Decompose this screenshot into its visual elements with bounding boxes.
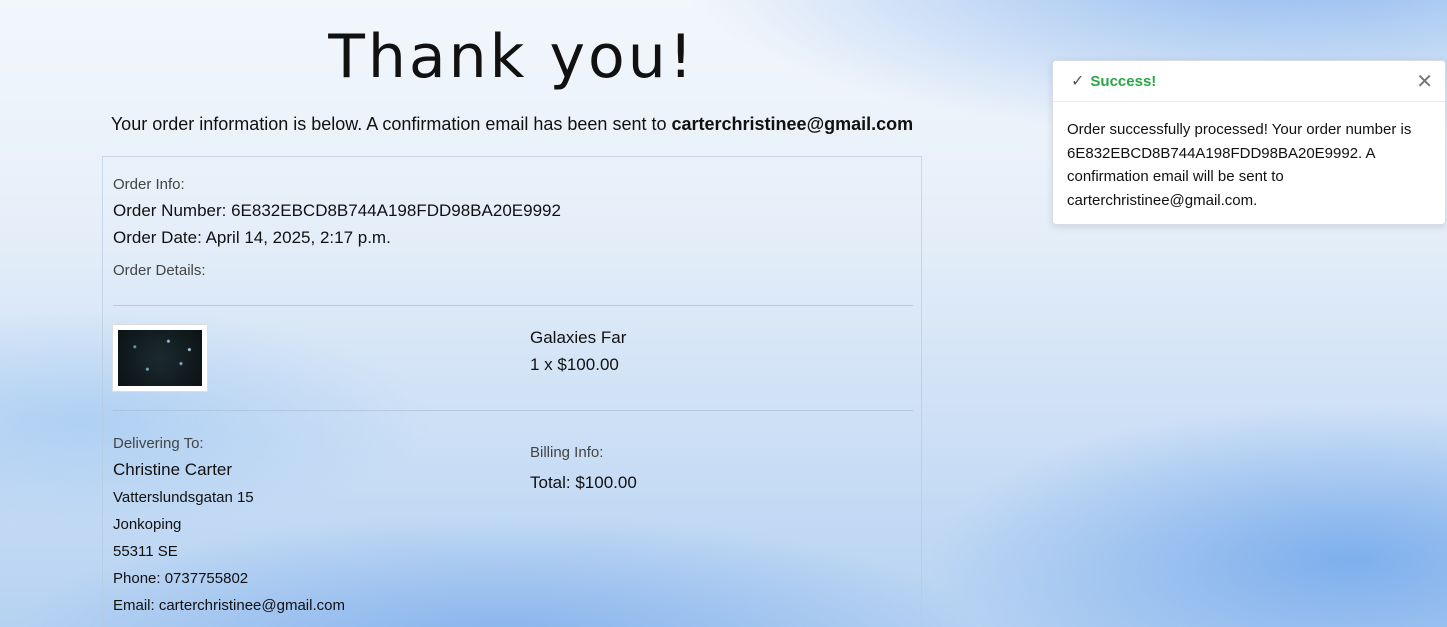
- toast-message: Order successfully processed! Your order…: [1067, 121, 1412, 209]
- delivery-name: Christine Carter: [113, 460, 233, 479]
- order-date: Order Date: April 14, 2025, 2:17 p.m.: [113, 228, 391, 247]
- delivery-phone: Phone: 0737755802: [113, 570, 249, 587]
- toast-title: Success!: [1090, 72, 1157, 90]
- subtitle-text: Your order information is below. A confi…: [110, 114, 667, 134]
- divider: [113, 410, 913, 411]
- billing-total: Total: $100.00: [530, 473, 637, 492]
- product-name: Galaxies Far: [530, 328, 627, 347]
- confirmation-subtitle: Your order information is below. A confi…: [0, 114, 1024, 135]
- order-details-label: Order Details:: [113, 262, 206, 279]
- product-image: [118, 330, 202, 386]
- check-icon: ✓: [1071, 73, 1085, 90]
- divider: [113, 305, 913, 306]
- order-number: Order Number: 6E832EBCD8B744A198FDD98BA2…: [113, 201, 561, 220]
- delivery-email: Email: carterchristinee@gmail.com: [113, 597, 345, 614]
- close-icon[interactable]: ✕: [1416, 69, 1433, 94]
- delivery-city: Jonkoping: [113, 516, 182, 533]
- order-info-label: Order Info:: [113, 176, 185, 193]
- billing-info-label: Billing Info:: [530, 444, 604, 461]
- success-toast: ✓ Success! ✕ Order successfully processe…: [1052, 60, 1446, 225]
- product-qty-price: 1 x $100.00: [530, 355, 619, 374]
- product-thumbnail[interactable]: [113, 325, 207, 391]
- delivering-to-label: Delivering To:: [113, 435, 204, 452]
- delivery-postcode-country: 55311 SE: [113, 543, 178, 560]
- delivery-street: Vatterslundsgatan 15: [113, 489, 254, 506]
- order-summary-card: Order Info: Order Number: 6E832EBCD8B744…: [102, 156, 922, 627]
- page-title: Thank you!: [328, 22, 696, 92]
- toast-header: ✓ Success! ✕: [1053, 61, 1445, 102]
- subtitle-email: carterchristinee@gmail.com: [671, 114, 914, 134]
